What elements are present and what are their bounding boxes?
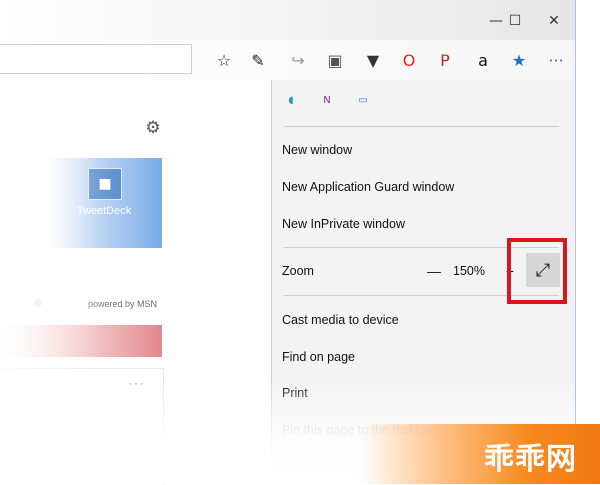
tile-tweetdeck[interactable]: ■ TweetDeck: [46, 158, 162, 248]
ribbon-icon[interactable]: ★: [508, 49, 530, 71]
pinterest-icon[interactable]: P: [434, 49, 456, 71]
menu-item-new-window[interactable]: New window: [271, 133, 574, 167]
menu-item-new-inprivate-window[interactable]: New InPrivate window: [271, 207, 574, 241]
settings-gear-icon[interactable]: ⚙: [142, 117, 164, 139]
browser-window: — ☐ ✕ ☆ ✎ ↪ ▣ ▼ O Pa ★ ··· ⚙ ■ TweetDeck powered…: [0, 0, 576, 485]
onenote-icon[interactable]: N: [318, 91, 336, 109]
menu-item-new-app-guard-window[interactable]: New Application Guard window: [271, 170, 574, 204]
fullscreen-icon: ⤢: [535, 259, 551, 281]
menu-separator: [284, 247, 559, 248]
opera-icon[interactable]: O: [398, 49, 420, 71]
favorites-star-icon[interactable]: ☆: [213, 49, 235, 71]
close-button[interactable]: ✕: [536, 10, 572, 32]
menu-item-find-on-page[interactable]: Find on page: [271, 340, 574, 374]
menu-item-cast-media[interactable]: Cast media to device: [271, 303, 574, 337]
tile-label: TweetDeck: [76, 205, 132, 217]
zoom-in-button[interactable]: +: [499, 254, 521, 288]
zoom-out-button[interactable]: —: [423, 254, 445, 288]
pocket-icon[interactable]: ▼: [362, 49, 384, 71]
zoom-label: Zoom: [282, 264, 314, 278]
zoom-value: 150%: [453, 264, 485, 278]
notes-icon[interactable]: ▭: [354, 91, 372, 109]
news-dot-icon: [34, 299, 42, 307]
maximize-button[interactable]: ☐: [497, 10, 533, 32]
extensions-icon[interactable]: ◖: [282, 91, 300, 109]
amazon-icon[interactable]: a: [472, 49, 494, 71]
watermark-text: 乖乖网: [484, 442, 577, 477]
fullscreen-button[interactable]: ⤢: [526, 253, 560, 287]
lock-bag-icon[interactable]: ▣: [324, 49, 346, 71]
more-icon[interactable]: ···: [545, 49, 567, 71]
menu-separator: [284, 126, 559, 127]
pen-icon[interactable]: ✎: [247, 49, 269, 71]
menu-separator: [284, 295, 559, 296]
share-icon[interactable]: ↪: [287, 49, 309, 71]
twitter-bird-icon: ■: [88, 168, 122, 200]
news-banner[interactable]: [0, 325, 162, 357]
card-more-icon[interactable]: ···: [128, 376, 146, 390]
powered-by-msn[interactable]: powered by MSN: [88, 299, 157, 309]
menu-item-print[interactable]: Print: [271, 376, 574, 410]
address-bar[interactable]: [0, 44, 192, 74]
